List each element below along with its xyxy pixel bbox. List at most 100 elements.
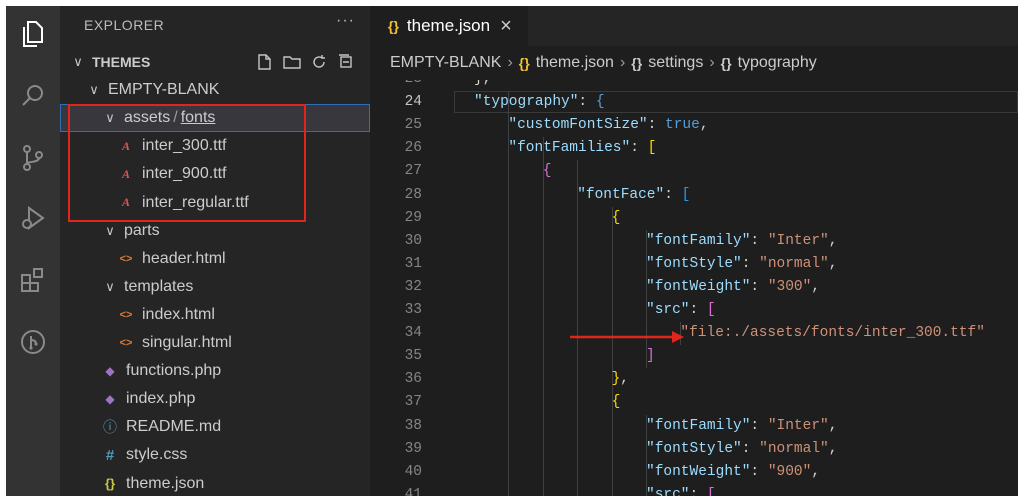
close-icon[interactable]: × xyxy=(500,15,512,38)
tree-file-functions-php[interactable]: ◆ functions.php xyxy=(60,357,370,385)
code-token: }, xyxy=(474,80,491,87)
tab-theme-json[interactable]: {} theme.json × xyxy=(370,6,528,46)
code-line[interactable]: "fontStyle": "normal", xyxy=(646,438,837,461)
run-debug-icon[interactable] xyxy=(17,202,49,234)
more-actions-button[interactable]: ··· xyxy=(336,12,355,30)
code-token: : xyxy=(664,186,682,203)
code-token: "normal" xyxy=(759,255,829,272)
code-token: "file:./assets/fonts/inter_300.ttf" xyxy=(680,325,985,342)
code-token: { xyxy=(611,394,621,411)
tree-item-label: index.php xyxy=(126,390,196,408)
tree-file-readme[interactable]: ⓘ README.md xyxy=(60,413,370,441)
extensions-icon[interactable] xyxy=(17,264,49,296)
line-number: 23 xyxy=(370,80,422,91)
code-token: : xyxy=(750,463,768,480)
code-token: "normal" xyxy=(759,440,829,457)
tree-folder-empty-blank[interactable]: ∨ EMPTY-BLANK xyxy=(60,76,370,104)
breadcrumb-item[interactable]: EMPTY-BLANK xyxy=(390,54,501,72)
code-line[interactable]: "fontWeight": "900", xyxy=(646,461,820,484)
code-token: "fontWeight" xyxy=(646,463,751,480)
tree-file-theme-json[interactable]: {} theme.json xyxy=(60,470,370,497)
indent-guide xyxy=(611,206,613,496)
refresh-icon[interactable] xyxy=(310,53,328,71)
code-line[interactable]: "file:./assets/fonts/inter_300.ttf" xyxy=(680,322,985,345)
line-number: 37 xyxy=(404,394,422,411)
line-number: 40 xyxy=(404,463,422,480)
object-icon: {} xyxy=(720,55,732,71)
code-token: "fontFace" xyxy=(577,186,665,203)
code-line[interactable]: "typography": { xyxy=(474,91,605,114)
tree-item-label: EMPTY-BLANK xyxy=(108,81,220,99)
new-file-icon[interactable] xyxy=(256,53,274,71)
code-line[interactable]: }, xyxy=(474,80,491,91)
tree-file-index-php[interactable]: ◆ index.php xyxy=(60,385,370,413)
tree-item-label: templates xyxy=(124,277,194,295)
tree-file-header-html[interactable]: <> header.html xyxy=(60,245,370,273)
tab-label: theme.json xyxy=(406,16,491,35)
code-token: : xyxy=(578,94,596,111)
code-line[interactable]: "fontWeight": "300", xyxy=(646,276,820,299)
code-token: : xyxy=(750,232,768,249)
code-token: { xyxy=(542,163,552,180)
tree-file-index-html[interactable]: <> index.html xyxy=(60,301,370,329)
php-file-icon: ◆ xyxy=(105,364,115,379)
code-token: "Inter" xyxy=(767,232,829,249)
code-token: , xyxy=(620,371,629,388)
new-folder-icon[interactable] xyxy=(283,53,301,71)
php-file-icon: ◆ xyxy=(105,392,115,407)
css-file-icon: # xyxy=(105,446,115,464)
tree-folder-templates[interactable]: ∨ templates xyxy=(60,273,370,301)
line-number: 26 xyxy=(404,140,422,157)
code-line[interactable]: { xyxy=(612,391,621,414)
source-control-icon[interactable] xyxy=(17,142,49,174)
code-token: [ xyxy=(706,302,716,318)
line-number: 31 xyxy=(404,255,422,272)
code-line[interactable]: "fontFamily": "Inter", xyxy=(646,230,837,253)
line-number: 35 xyxy=(404,348,422,365)
code-line[interactable]: "fontFace": [ xyxy=(577,184,690,207)
code-line[interactable]: { xyxy=(612,207,621,230)
tree-file-singular-html[interactable]: <> singular.html xyxy=(60,329,370,357)
code-token: , xyxy=(699,117,709,134)
line-number: 34 xyxy=(404,325,422,342)
tab-bar: {} theme.json × xyxy=(370,6,1018,46)
breadcrumb-item[interactable]: theme.json xyxy=(536,54,614,72)
explorer-icon[interactable] xyxy=(17,18,49,50)
code-token: , xyxy=(811,463,821,480)
code-line[interactable]: "fontStyle": "normal", xyxy=(646,253,837,276)
code-line[interactable]: "fontFamilies": [ xyxy=(508,137,656,160)
tree-item-label: header.html xyxy=(142,249,226,267)
collapse-all-icon[interactable] xyxy=(337,53,355,71)
breadcrumb: EMPTY-BLANK › {} theme.json › {} settings › {} ty… xyxy=(370,46,1018,80)
breadcrumb-item[interactable]: typography xyxy=(738,54,817,72)
code-line[interactable]: "customFontSize": true, xyxy=(508,114,708,137)
code-token: , xyxy=(811,278,821,295)
chevron-down-icon[interactable]: ∨ xyxy=(70,54,86,70)
tree-item-label: style.css xyxy=(126,446,188,464)
code-token: "fontWeight" xyxy=(646,278,751,295)
chevron-down-icon[interactable]: ∨ xyxy=(86,82,102,98)
chevron-down-icon[interactable]: ∨ xyxy=(102,279,118,295)
code-line[interactable]: "fontFamily": "Inter", xyxy=(646,415,837,438)
json-file-icon: {} xyxy=(104,476,116,491)
line-number: 27 xyxy=(404,163,422,180)
breadcrumb-item[interactable]: settings xyxy=(648,54,703,72)
code-editor[interactable]: 23},24"typography": {25"customFontSize":… xyxy=(370,80,1018,496)
line-number: 41 xyxy=(404,486,422,496)
code-line[interactable]: ] xyxy=(646,345,655,368)
git-graph-icon[interactable] xyxy=(17,326,49,358)
code-line[interactable]: }, xyxy=(612,368,629,391)
code-line[interactable]: { xyxy=(543,160,552,183)
code-token: "Inter" xyxy=(767,417,829,434)
tree-item-label: singular.html xyxy=(142,334,232,351)
html-file-icon: <> xyxy=(119,252,133,265)
line-number: 39 xyxy=(404,440,422,457)
code-line[interactable]: "src": [ xyxy=(646,299,716,322)
code-token: "typography" xyxy=(474,94,579,111)
chevron-down-icon[interactable]: ∨ xyxy=(102,223,118,239)
tree-file-style-css[interactable]: # style.css xyxy=(60,441,370,469)
code-line[interactable]: "src": [ xyxy=(646,484,716,496)
code-token: : xyxy=(741,440,760,457)
search-icon[interactable] xyxy=(17,80,49,112)
code-token: "src" xyxy=(646,302,690,318)
